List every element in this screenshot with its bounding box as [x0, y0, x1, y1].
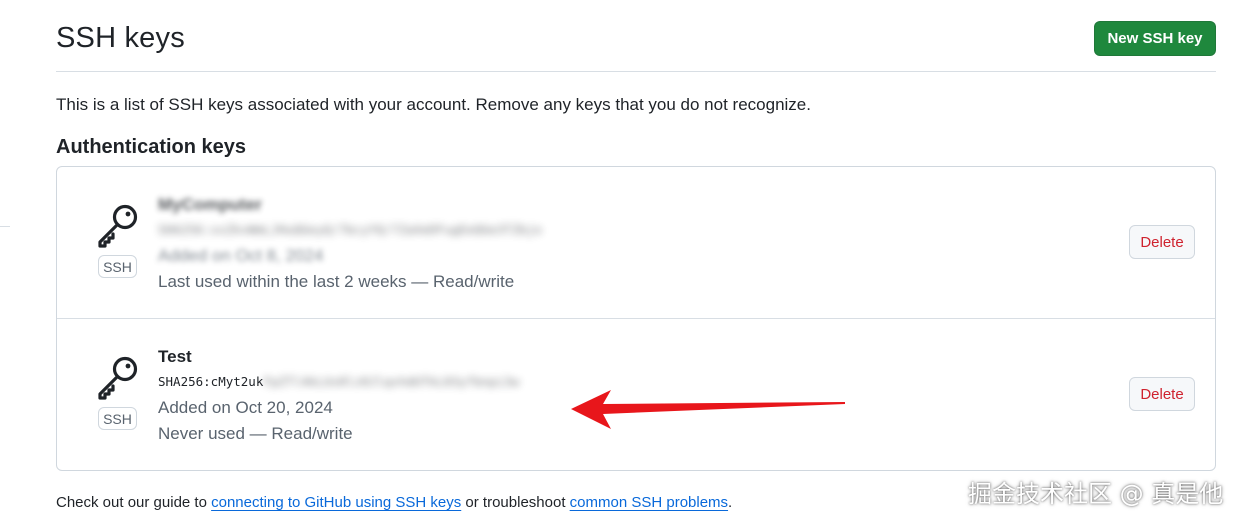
key-fingerprint: SHA256:xxZkvWmLJHuQGeyQ/7bcyYQ/7ZaXeDFug…	[158, 222, 542, 237]
new-ssh-key-button[interactable]: New SSH key	[1094, 21, 1216, 56]
footer-suffix: .	[728, 494, 733, 511]
common-ssh-problems-link[interactable]: common SSH problems	[570, 494, 728, 511]
delete-key-button[interactable]: Delete	[1129, 225, 1195, 259]
page-header: SSH keys New SSH key	[56, 0, 1216, 72]
delete-key-button[interactable]: Delete	[1129, 377, 1195, 411]
key-fingerprint: SHA256:cMyt2ukFpZTl4kLUs0lz0JlqvhdUTkL03…	[158, 369, 519, 395]
ssh-keys-page: SSH keys New SSH key This is a list of S…	[56, 0, 1216, 519]
help-footer: Check out our guide to connecting to Git…	[56, 494, 732, 511]
key-usage: Last used within the last 2 weeks — Read…	[158, 272, 515, 291]
watermark-text: 掘金技术社区 @ 真是他	[968, 480, 1224, 508]
key-added-date: Added on Oct 8, 2024	[158, 246, 324, 265]
ssh-badge: SSH	[98, 407, 137, 430]
key-type-column: SSH	[95, 355, 141, 435]
key-icon	[98, 356, 138, 400]
key-details: Test SHA256:cMyt2ukFpZTl4kLUs0lz0JlqvhdU…	[158, 345, 519, 447]
key-type-column: SSH	[95, 203, 141, 283]
footer-middle: or troubleshoot	[461, 494, 570, 511]
connecting-ssh-guide-link[interactable]: connecting to GitHub using SSH keys	[211, 494, 461, 511]
left-edge-divider	[0, 226, 10, 227]
section-title-authentication-keys: Authentication keys	[56, 136, 247, 158]
footer-prefix: Check out our guide to	[56, 494, 212, 511]
ssh-badge: SSH	[98, 255, 137, 278]
key-details: MyComputer SHA256:xxZkvWmLJHuQGeyQ/7bcyY…	[158, 193, 542, 295]
key-added-date: Added on Oct 20, 2024	[158, 398, 333, 417]
key-row-mycomputer: SSH MyComputer SHA256:xxZkvWmLJHuQGeyQ/7…	[57, 167, 1215, 319]
key-usage: Never used — Read/write	[158, 424, 353, 443]
key-title: Test	[158, 347, 192, 366]
red-arrow-annotation	[571, 390, 845, 429]
fingerprint-redacted: FpZTl4kLUs0lz0JlqvhdUTkL03yfbnpi3w	[263, 374, 520, 389]
key-title: MyComputer	[158, 195, 262, 214]
key-icon	[98, 204, 138, 248]
page-title: SSH keys	[56, 22, 185, 54]
fingerprint-visible: SHA256:cMyt2uk	[158, 374, 264, 389]
intro-text: This is a list of SSH keys associated wi…	[56, 95, 811, 114]
